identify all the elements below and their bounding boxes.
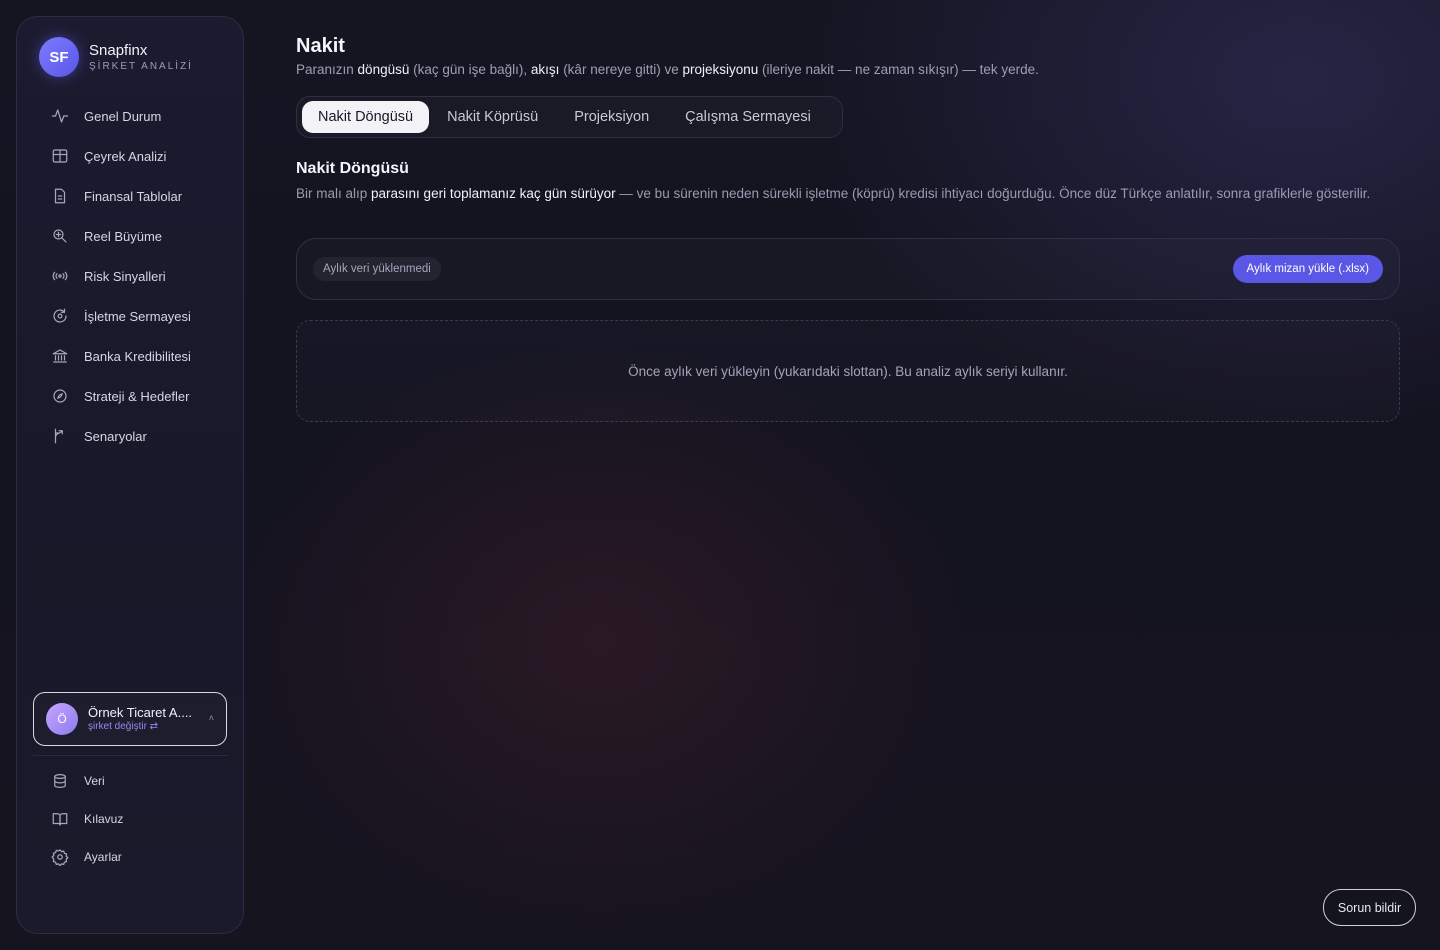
desc-emphasis: projeksiyonu	[682, 62, 759, 77]
sidebar-item-label: Genel Durum	[84, 108, 162, 124]
sidebar-bottom-nav: Veri Kılavuz Ayarlar	[17, 762, 243, 876]
branch-icon	[51, 427, 69, 445]
brand-logo: SF	[39, 37, 79, 77]
sidebar-item-label: Finansal Tablolar	[84, 188, 183, 204]
desc-text: Bir malı alıp	[296, 186, 372, 201]
sidebar-item-label: Strateji & Hedefler	[84, 388, 190, 404]
cycle-icon	[51, 307, 69, 325]
desc-text: (ileriye nakit — ne zaman sıkışır) — tek…	[758, 62, 1039, 77]
sidebar-item-ayarlar[interactable]: Ayarlar	[17, 838, 243, 876]
sidebar-item-label: Veri	[84, 774, 105, 788]
upload-monthly-button[interactable]: Aylık mizan yükle (.xlsx)	[1232, 255, 1383, 283]
signal-icon	[51, 267, 69, 285]
sidebar-item-strateji-hedefler[interactable]: Strateji & Hedefler	[17, 376, 243, 416]
sidebar-item-senaryolar[interactable]: Senaryolar	[17, 416, 243, 456]
sidebar-item-label: Reel Büyüme	[84, 228, 163, 244]
upload-slot: Aylık veri yüklenmedi Aylık mizan yükle …	[296, 238, 1400, 300]
section-description: Bir malı alıp parasını geri toplamanız k…	[296, 184, 1400, 204]
book-icon	[51, 810, 69, 828]
empty-state-message: Önce aylık veri yükleyin (yukarıdaki slo…	[628, 363, 1068, 379]
sidebar-item-genel-durum[interactable]: Genel Durum	[17, 96, 243, 136]
company-name: Örnek Ticaret A....	[88, 705, 193, 720]
tab-calisma-sermayesi[interactable]: Çalışma Sermayesi	[667, 101, 829, 133]
sidebar-nav: Genel Durum Çeyrek Analizi Finansal Tabl…	[17, 96, 243, 456]
desc-text: Paranızın	[296, 62, 358, 77]
bank-icon	[51, 347, 69, 365]
desc-text: (kaç gün işe bağlı),	[409, 62, 531, 77]
sidebar-item-reel-buyume[interactable]: Reel Büyüme	[17, 216, 243, 256]
sidebar: SF Snapfinx ŞİRKET ANALİZİ Genel Durum Ç…	[16, 16, 244, 934]
document-icon	[51, 187, 69, 205]
desc-emphasis: döngüsü	[357, 62, 410, 77]
brand[interactable]: SF Snapfinx ŞİRKET ANALİZİ	[39, 37, 193, 77]
desc-text: (kâr nereye gitti) ve	[559, 62, 683, 77]
sidebar-item-ceyrek-analizi[interactable]: Çeyrek Analizi	[17, 136, 243, 176]
grid-icon	[51, 147, 69, 165]
page-description: Paranızın döngüsü (kaç gün işe bağlı), a…	[296, 62, 1039, 77]
report-issue-button[interactable]: Sorun bildir	[1323, 889, 1416, 926]
sidebar-item-label: Senaryolar	[84, 428, 147, 444]
sidebar-item-label: Banka Kredibilitesi	[84, 348, 191, 364]
desc-text: — ve bu sürenin neden sürekli işletme (k…	[615, 186, 1371, 201]
tab-nakit-dongusu[interactable]: Nakit Döngüsü	[302, 101, 430, 133]
empty-state: Önce aylık veri yükleyin (yukarıdaki slo…	[296, 320, 1400, 422]
sidebar-item-banka-kredibilitesi[interactable]: Banka Kredibilitesi	[17, 336, 243, 376]
brand-name: Snapfinx	[89, 41, 148, 59]
database-icon	[51, 772, 69, 790]
sidebar-item-veri[interactable]: Veri	[17, 762, 243, 800]
sidebar-item-isletme-sermayesi[interactable]: İşletme Sermayesi	[17, 296, 243, 336]
sidebar-item-label: Risk Sinyalleri	[84, 268, 166, 284]
tab-bar: Nakit Döngüsü Nakit Köprüsü Projeksiyon …	[296, 96, 843, 138]
company-avatar: Ö	[46, 703, 78, 735]
sidebar-item-label: Çeyrek Analizi	[84, 148, 167, 164]
sidebar-item-label: İşletme Sermayesi	[84, 308, 191, 324]
sidebar-item-label: Kılavuz	[84, 812, 124, 826]
activity-icon	[51, 107, 69, 125]
company-switch-link[interactable]: şirket değiştir ⇄	[88, 721, 192, 733]
compass-icon	[51, 387, 69, 405]
sidebar-item-risk-sinyalleri[interactable]: Risk Sinyalleri	[17, 256, 243, 296]
tab-nakit-koprusu[interactable]: Nakit Köprüsü	[429, 101, 556, 133]
upload-status-badge: Aylık veri yüklenmedi	[313, 257, 441, 281]
section-title: Nakit Döngüsü	[296, 160, 409, 177]
sidebar-divider	[33, 755, 227, 756]
page-title: Nakit	[296, 35, 345, 57]
company-switcher[interactable]: Ö Örnek Ticaret A.... şirket değiştir ⇄ …	[33, 692, 227, 746]
tab-projeksiyon[interactable]: Projeksiyon	[556, 101, 667, 133]
zoom-in-icon	[51, 227, 69, 245]
desc-emphasis: akışı	[530, 62, 560, 77]
chevron-up-icon: ˄	[208, 713, 214, 723]
desc-emphasis: parasını geri toplamanız kaç gün sürüyor	[371, 186, 616, 201]
sidebar-item-label: Ayarlar	[84, 850, 122, 864]
sidebar-item-finansal-tablolar[interactable]: Finansal Tablolar	[17, 176, 243, 216]
brand-subtitle: ŞİRKET ANALİZİ	[89, 60, 193, 72]
sidebar-item-kilavuz[interactable]: Kılavuz	[17, 800, 243, 838]
gear-icon	[51, 848, 69, 866]
